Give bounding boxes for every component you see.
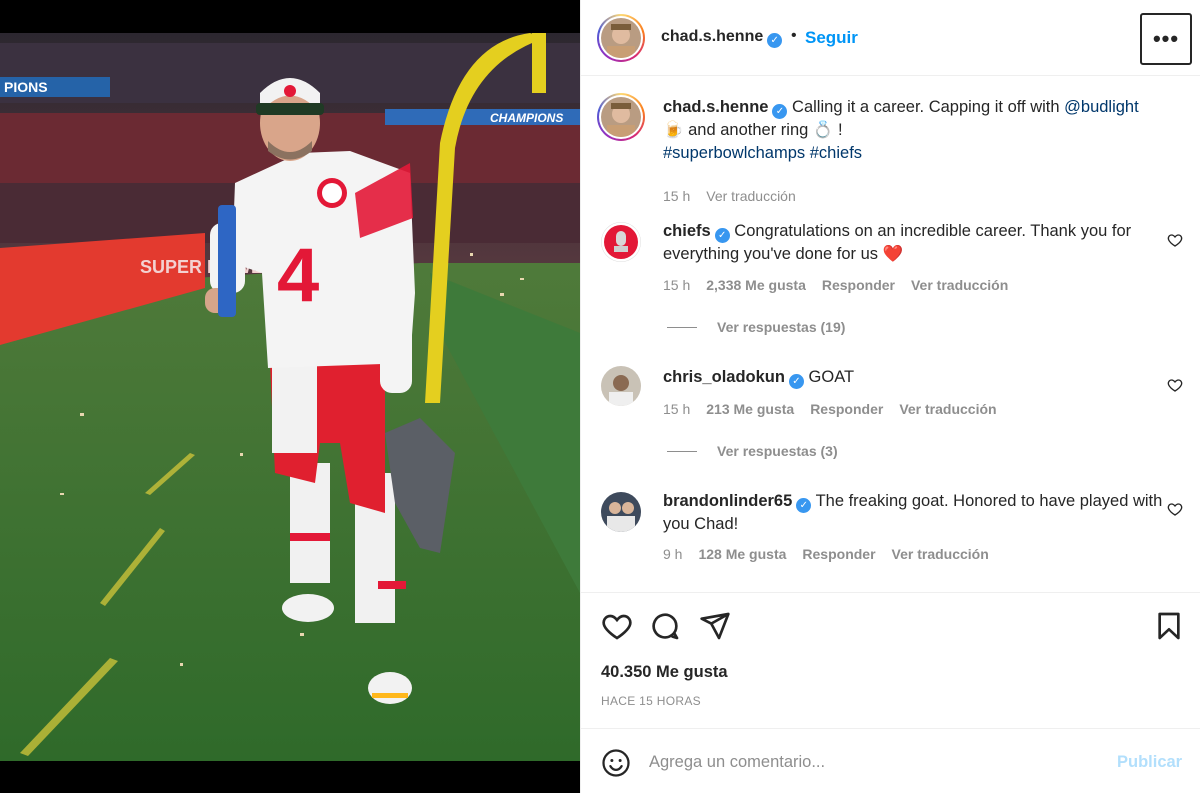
caption-username[interactable]: chad.s.henne [663,98,768,116]
translate-link[interactable]: Ver traducción [899,401,996,417]
replies-divider [667,326,697,328]
comment-meta: 15 h 2,338 Me gusta Responder Ver traduc… [663,277,1008,293]
jersey-number: 4 [277,233,319,318]
post-actions: 40.350 Me gusta HACE 15 HORAS [581,592,1200,728]
comment-input[interactable] [649,745,1109,779]
comment-meta: 9 h 128 Me gusta Responder Ver traducció… [663,546,989,562]
banner-left-text: PIONS [4,79,48,95]
post-header: chad.s.henne ✓ • Seguir ••• [581,0,1200,76]
translate-link[interactable]: Ver traducción [911,277,1008,293]
comment-avatar[interactable] [601,366,641,406]
verified-badge-icon: ✓ [767,33,783,48]
comment-text: chiefs ✓ Congratulations on an incredible… [663,220,1163,266]
emoji-smiley-icon[interactable] [601,748,631,778]
verified-badge-icon: ✓ [788,374,804,389]
comment-time: 15 h [663,277,691,293]
comment-avatar[interactable] [601,492,641,532]
view-replies-button[interactable]: Ver respuestas (19) [667,319,845,335]
comment-body: GOAT [808,368,855,386]
add-comment-bar: Publicar [581,728,1200,793]
separator-dot: • [791,27,797,44]
like-comment-heart-icon[interactable] [1167,501,1183,517]
like-comment-heart-icon[interactable] [1167,232,1183,248]
comment-likes[interactable]: 2,338 Me gusta [706,277,806,293]
post-details-panel: chad.s.henne ✓ • Seguir ••• chad.s.henne ✓… [580,0,1200,793]
reply-button[interactable]: Responder [810,401,883,417]
save-bookmark-icon[interactable] [1153,610,1185,642]
replies-divider [667,450,697,452]
caption-meta: 15 h Ver traducción [663,188,796,204]
comment-time: 15 h [663,401,691,417]
post-photo-panel: PIONS CHAMPIONS SUPER BOWL 4 [0,0,580,793]
post-photo[interactable]: PIONS CHAMPIONS SUPER BOWL 4 [0,33,580,761]
comment-time: 9 h [663,546,683,562]
comment-meta: 15 h 213 Me gusta Responder Ver traducci… [663,401,997,417]
share-paper-plane-icon[interactable] [699,610,731,642]
view-replies-button[interactable]: Ver respuestas (3) [667,443,838,459]
hashtags-link[interactable]: #superbowlchamps #chiefs [663,144,862,162]
comment-text: brandonlinder65 ✓ The freaking goat. Hono… [663,490,1163,536]
comments-list[interactable]: chad.s.henne ✓ Calling it a career. Cappi… [581,77,1200,592]
caption-author-avatar[interactable] [597,93,645,141]
comment-username[interactable]: chris_oladokun [663,368,785,386]
mention-link[interactable]: @budlight [1064,98,1139,116]
more-options-button[interactable]: ••• [1140,13,1192,65]
view-replies-label: Ver respuestas (19) [717,319,846,335]
comment-username[interactable]: chiefs [663,222,711,240]
comment-text: chris_oladokun ✓ GOAT [663,366,1163,389]
like-heart-icon[interactable] [601,610,633,642]
caption-body-2: 🍺 and another ring 💍 ! [663,121,843,139]
follow-button[interactable]: Seguir [805,28,858,48]
publish-button[interactable]: Publicar [1117,753,1182,772]
like-comment-heart-icon[interactable] [1167,377,1183,393]
author-avatar[interactable] [597,14,645,62]
comment-username[interactable]: brandonlinder65 [663,492,792,510]
comment-likes[interactable]: 213 Me gusta [706,401,794,417]
verified-badge-icon: ✓ [772,104,788,119]
comment-likes[interactable]: 128 Me gusta [698,546,786,562]
caption-time: 15 h [663,188,691,204]
verified-badge-icon: ✓ [714,228,730,243]
caption-text: chad.s.henne ✓ Calling it a career. Cappi… [663,96,1163,165]
more-options-icon: ••• [1152,26,1180,51]
likes-count[interactable]: 40.350 Me gusta [601,663,728,682]
author-username[interactable]: chad.s.henne ✓ [661,28,783,48]
verified-badge-icon: ✓ [796,498,812,513]
translate-link[interactable]: Ver traducción [892,546,989,562]
reply-button[interactable]: Responder [802,546,875,562]
comment-body: Congratulations on an incredible career.… [663,222,1132,263]
comment-avatar[interactable] [601,222,641,262]
posted-time: HACE 15 HORAS [601,694,701,708]
comment-bubble-icon[interactable] [649,610,681,642]
caption-body: Calling it a career. Capping it off with [792,98,1065,116]
view-replies-label: Ver respuestas (3) [717,443,838,459]
caption-translate-link[interactable]: Ver traducción [706,188,796,204]
reply-button[interactable]: Responder [822,277,895,293]
banner-right-text: CHAMPIONS [490,111,563,125]
